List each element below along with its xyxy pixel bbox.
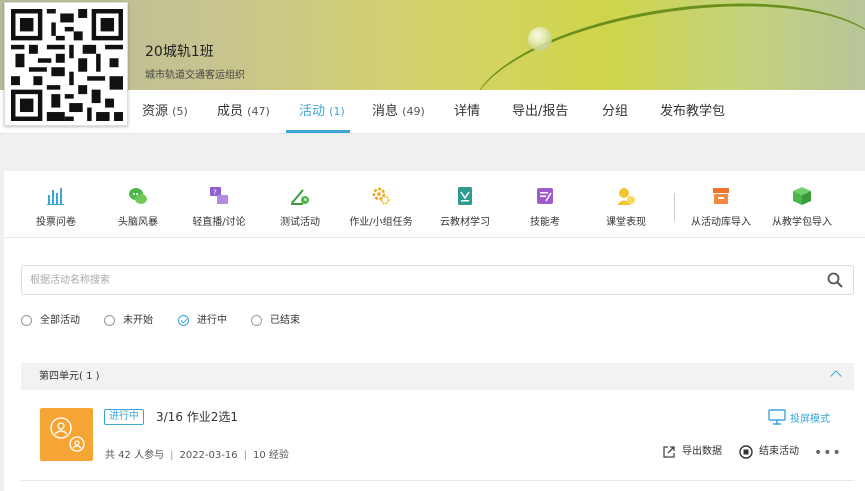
- qr-code-icon: [11, 9, 123, 121]
- tab-label: 发布教学包: [660, 104, 726, 119]
- activity-row[interactable]: 进行中 3/16 作业2选1 共 42 人参与 | 2022-03-16 | 10 经验…: [21, 390, 854, 481]
- meta-separator: |: [170, 450, 174, 461]
- tool-brainstorm[interactable]: 头脑风暴: [116, 185, 160, 228]
- filter-label: 进行中: [197, 315, 227, 326]
- unit-header[interactable]: 第四单元( 1 ): [21, 363, 854, 390]
- end-label: 结束活动: [759, 446, 799, 457]
- search-icon[interactable]: [827, 272, 843, 288]
- tool-class-performance[interactable]: 课堂表现: [602, 185, 650, 228]
- meta-separator: |: [243, 450, 247, 461]
- tab-members[interactable]: 成员 (47): [217, 90, 270, 134]
- tab-label: 消息: [372, 104, 399, 119]
- test-icon: [291, 189, 309, 205]
- unit-title: 第四单元( 1 ): [39, 371, 100, 382]
- radio-circle: [251, 315, 262, 326]
- export-label: 导出数据: [682, 446, 722, 457]
- tool-skill-exam[interactable]: 技能考: [523, 185, 567, 228]
- tab-count: (47): [247, 105, 270, 118]
- course-banner: [0, 0, 865, 90]
- tool-label: 作业/小组任务: [349, 217, 413, 228]
- course-nav: 资源 (5) 成员 (47) 活动 (1) 消息 (49) 详情 导出/报告 分…: [0, 90, 865, 134]
- teaching-package-icon: [793, 187, 811, 205]
- tab-groups[interactable]: 分组: [602, 90, 628, 134]
- tab-publish-package[interactable]: 发布教学包: [660, 90, 725, 134]
- tool-homework[interactable]: 作业/小组任务: [346, 185, 416, 228]
- export-icon: [663, 446, 675, 458]
- tab-label: 活动: [299, 104, 326, 119]
- tab-count: (49): [402, 105, 425, 118]
- radio-circle: [21, 315, 32, 326]
- tab-messages[interactable]: 消息 (49): [372, 90, 425, 134]
- chevron-up-icon[interactable]: [830, 370, 842, 382]
- tab-activities[interactable]: 活动 (1): [299, 90, 345, 134]
- tool-label: 从活动库导入: [691, 217, 751, 228]
- activity-experience: 10 经验: [252, 450, 289, 461]
- course-subtitle: 城市轨道交通客运组织: [145, 70, 245, 81]
- participant-count: 共 42 人参与: [105, 450, 165, 461]
- tool-import-activity-library[interactable]: 从活动库导入: [688, 185, 754, 228]
- active-tab-indicator: [286, 130, 350, 133]
- search-input[interactable]: [30, 272, 810, 289]
- tab-label: 成员: [217, 104, 244, 119]
- vote-icon: [47, 188, 64, 205]
- tab-count: (1): [329, 105, 345, 118]
- activities-panel: 投票问卷 头脑风暴 ? 轻直播/讨论 测试活动 作业/小组任务 云教材学习 技能…: [4, 171, 865, 491]
- cloud-textbook-icon: [458, 187, 472, 205]
- class-performance-icon: [617, 188, 635, 205]
- tool-live-discussion[interactable]: ? 轻直播/讨论: [190, 185, 248, 228]
- more-options-icon[interactable]: •••: [814, 445, 842, 461]
- svg-text:?: ?: [213, 189, 217, 197]
- class-title: 20城轨1班: [145, 44, 214, 60]
- filter-label: 已结束: [270, 315, 300, 326]
- qr-code[interactable]: [4, 2, 128, 126]
- tool-vote[interactable]: 投票问卷: [34, 185, 78, 228]
- tab-label: 详情: [454, 104, 481, 119]
- tab-label: 分组: [602, 104, 629, 119]
- tool-label: 测试活动: [280, 217, 320, 228]
- homework-group-icon: [50, 417, 85, 452]
- homework-icon: [372, 187, 390, 205]
- activity-search: [21, 265, 854, 295]
- tool-cloud-textbook[interactable]: 云教材学习: [436, 185, 494, 228]
- filter-label: 全部活动: [40, 315, 80, 326]
- tab-label: 资源: [142, 104, 169, 119]
- tab-details[interactable]: 详情: [454, 90, 480, 134]
- stop-icon: [739, 445, 753, 459]
- tool-label: 头脑风暴: [118, 217, 158, 228]
- activity-meta: 共 42 人参与 | 2022-03-16 | 10 经验: [105, 446, 289, 461]
- tool-label: 轻直播/讨论: [192, 217, 246, 228]
- tool-label: 云教材学习: [440, 217, 490, 228]
- tab-export-report[interactable]: 导出/报告: [512, 90, 568, 134]
- skill-exam-icon: [537, 188, 553, 204]
- tab-resources[interactable]: 资源 (5): [142, 90, 188, 134]
- tool-label: 从教学包导入: [772, 217, 832, 228]
- filter-label: 未开始: [123, 315, 153, 326]
- projector-icon: [768, 409, 786, 425]
- activity-type-icon: [40, 408, 93, 461]
- radio-circle: [178, 315, 189, 326]
- water-drop-decoration: [528, 27, 552, 51]
- activity-toolbar: 投票问卷 头脑风暴 ? 轻直播/讨论 测试活动 作业/小组任务 云教材学习 技能…: [4, 171, 865, 238]
- tool-label: 课堂表现: [606, 217, 646, 228]
- tool-test[interactable]: 测试活动: [278, 185, 322, 228]
- tool-label: 投票问卷: [36, 217, 76, 228]
- tool-label: 技能考: [530, 217, 560, 228]
- status-badge: 进行中: [104, 409, 144, 425]
- tab-label: 导出/报告: [512, 104, 569, 119]
- screen-mode-label: 投屏模式: [790, 414, 830, 425]
- brainstorm-icon: [129, 188, 147, 204]
- tool-import-teaching-package[interactable]: 从教学包导入: [768, 185, 836, 228]
- activity-title[interactable]: 3/16 作业2选1: [156, 409, 238, 425]
- tab-count: (5): [172, 105, 188, 118]
- activity-date: 2022-03-16: [179, 450, 238, 461]
- activity-library-icon: [713, 188, 729, 204]
- live-discussion-icon: ?: [210, 187, 228, 204]
- radio-circle: [104, 315, 115, 326]
- toolbar-divider: [674, 193, 675, 221]
